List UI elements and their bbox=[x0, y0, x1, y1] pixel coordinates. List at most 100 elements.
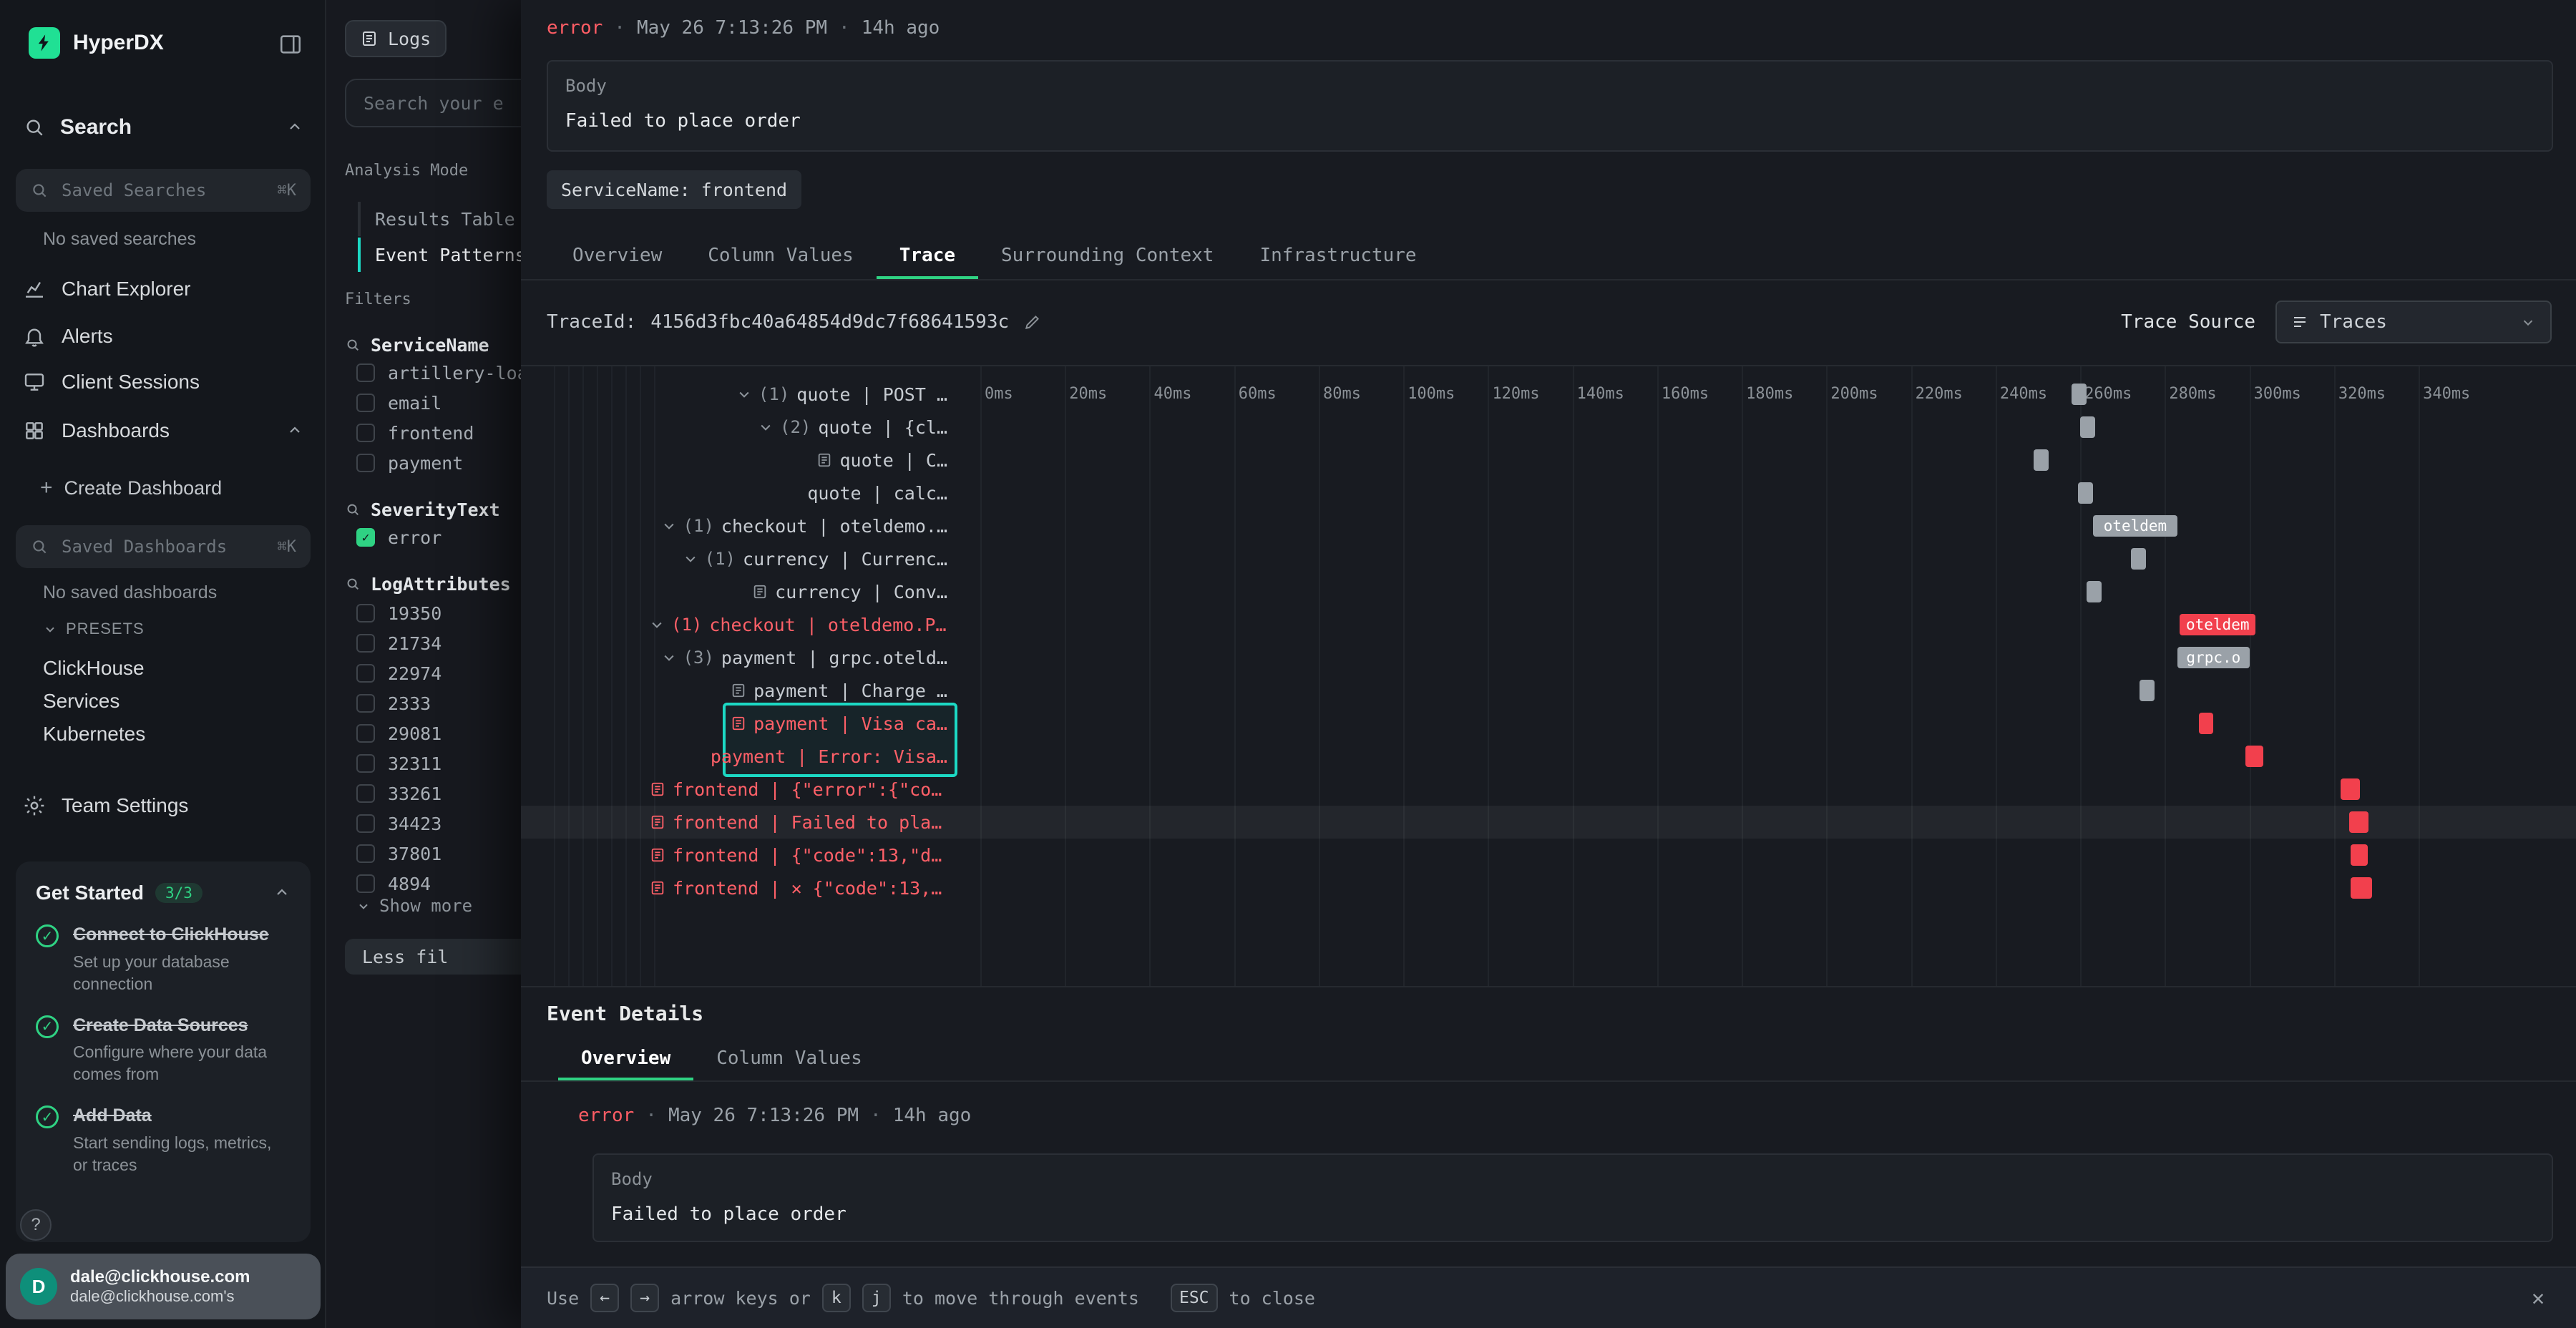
tab-event-column-values[interactable]: Column Values bbox=[693, 1036, 885, 1080]
filter-group-servicename[interactable]: ServiceName bbox=[345, 331, 489, 359]
span-duration-bar[interactable]: oteldem bbox=[2093, 515, 2177, 537]
tab-event-overview[interactable]: Overview bbox=[558, 1036, 693, 1080]
span-row[interactable]: frontend | {"code":13,"det… bbox=[650, 839, 947, 872]
body-label: Body bbox=[565, 76, 607, 96]
checkbox[interactable] bbox=[356, 724, 375, 743]
chevron-down-icon[interactable] bbox=[650, 617, 664, 632]
span-row[interactable]: payment | Error: Visa… bbox=[650, 740, 947, 773]
span-duration-bar[interactable] bbox=[2078, 482, 2093, 504]
span-row[interactable]: payment | Visa ca… bbox=[650, 707, 947, 740]
sidebar-section-search[interactable]: Search bbox=[0, 106, 326, 149]
span-duration-bar[interactable]: grpc.o bbox=[2177, 647, 2250, 668]
checkbox[interactable] bbox=[356, 454, 375, 472]
span-duration-bar[interactable] bbox=[2080, 416, 2095, 438]
span-duration-bar[interactable]: oteldem bbox=[2180, 614, 2255, 635]
sidebar-item-dashboards[interactable]: Dashboards bbox=[0, 409, 326, 452]
edit-pencil-icon[interactable] bbox=[1023, 313, 1042, 331]
saved-dashboards-input[interactable]: ⌘K bbox=[16, 525, 311, 568]
sidebar-item-alerts[interactable]: Alerts bbox=[0, 315, 326, 358]
chevron-up-icon[interactable] bbox=[286, 119, 303, 136]
checkbox[interactable] bbox=[356, 874, 375, 893]
chevron-down-icon[interactable] bbox=[737, 387, 751, 401]
checkbox[interactable] bbox=[356, 604, 375, 622]
presets-toggle[interactable]: PRESETS bbox=[43, 620, 145, 638]
mode-event-patterns[interactable]: Event Patterns bbox=[358, 238, 526, 272]
checkbox[interactable] bbox=[356, 394, 375, 412]
checkbox[interactable]: ✓ bbox=[356, 528, 375, 547]
span-duration-bar[interactable] bbox=[2351, 877, 2372, 899]
saved-searches-input[interactable]: ⌘K bbox=[16, 169, 311, 212]
get-started-item[interactable]: ✓ Connect to ClickHouse Set up your data… bbox=[36, 923, 291, 995]
span-label: quote | C… bbox=[839, 450, 947, 471]
span-duration-bar[interactable] bbox=[2087, 581, 2102, 602]
chevron-down-icon[interactable] bbox=[662, 650, 676, 665]
span-duration-bar[interactable] bbox=[2034, 449, 2049, 471]
timeline-tick-label: 120ms bbox=[1492, 385, 1539, 403]
servicename-tag[interactable]: ServiceName: frontend bbox=[547, 170, 801, 209]
sidebar-item-services[interactable]: Services bbox=[43, 684, 119, 718]
tab-surrounding-context[interactable]: Surrounding Context bbox=[978, 232, 1236, 279]
close-icon[interactable]: ✕ bbox=[2532, 1286, 2545, 1311]
tab-trace[interactable]: Trace bbox=[877, 232, 978, 279]
span-duration-bar[interactable] bbox=[2351, 844, 2368, 866]
sidebar-item-chart-explorer[interactable]: Chart Explorer bbox=[0, 268, 326, 311]
chevron-up-icon[interactable] bbox=[273, 884, 291, 902]
span-row[interactable]: (2)quote | {cl… bbox=[650, 411, 947, 444]
checkbox[interactable] bbox=[356, 814, 375, 833]
span-row[interactable]: payment | Charge … bbox=[650, 674, 947, 707]
checkbox[interactable] bbox=[356, 424, 375, 442]
span-duration-bar[interactable] bbox=[2341, 778, 2361, 800]
trace-source-select[interactable]: Traces bbox=[2275, 301, 2552, 343]
chevron-down-icon[interactable] bbox=[683, 552, 698, 566]
checkbox[interactable] bbox=[356, 634, 375, 653]
span-duration-bar[interactable] bbox=[2072, 384, 2087, 405]
sidebar-item-client-sessions[interactable]: Client Sessions bbox=[0, 361, 326, 404]
sidebar-item-clickhouse[interactable]: ClickHouse bbox=[43, 651, 145, 685]
tab-column-values[interactable]: Column Values bbox=[685, 232, 877, 279]
checkbox[interactable] bbox=[356, 664, 375, 683]
source-select-button[interactable]: Logs bbox=[345, 20, 447, 57]
span-row[interactable]: quote | C… bbox=[650, 444, 947, 477]
create-dashboard-button[interactable]: + Create Dashboard bbox=[40, 469, 222, 507]
span-row[interactable]: (3)payment | grpc.oteld… bbox=[650, 641, 947, 674]
chevron-up-icon[interactable] bbox=[286, 422, 303, 439]
chevron-down-icon[interactable] bbox=[662, 519, 676, 533]
checkbox[interactable] bbox=[356, 754, 375, 773]
checkbox[interactable] bbox=[356, 844, 375, 863]
get-started-item[interactable]: ✓ Add Data Start sending logs, metrics, … bbox=[36, 1104, 291, 1176]
user-menu[interactable]: D dale@clickhouse.com dale@clickhouse.co… bbox=[6, 1254, 321, 1319]
span-duration-bar[interactable] bbox=[2199, 713, 2214, 734]
span-row[interactable]: frontend | {"error":{"code… bbox=[650, 773, 947, 806]
help-button[interactable]: ? bbox=[20, 1209, 52, 1241]
span-row[interactable]: frontend | ✕ {"code":13,"d… bbox=[650, 872, 947, 904]
show-more-toggle[interactable]: Show more bbox=[356, 896, 472, 916]
span-row[interactable]: (1)quote | POST … bbox=[650, 378, 947, 411]
span-row[interactable]: currency | Conv… bbox=[650, 575, 947, 608]
span-row[interactable]: (1)currency | Currenc… bbox=[650, 542, 947, 575]
saved-searches-field[interactable] bbox=[59, 179, 278, 202]
sidebar-item-team-settings[interactable]: Team Settings bbox=[0, 784, 326, 827]
span-row[interactable]: (1)checkout | oteldemo.Pa… bbox=[650, 608, 947, 641]
get-started-header[interactable]: Get Started 3/3 bbox=[36, 882, 291, 904]
get-started-item[interactable]: ✓ Create Data Sources Configure where yo… bbox=[36, 1014, 291, 1086]
sidebar-item-kubernetes[interactable]: Kubernetes bbox=[43, 717, 145, 751]
span-row[interactable]: (1)checkout | oteldemo.… bbox=[650, 509, 947, 542]
tab-infrastructure[interactable]: Infrastructure bbox=[1236, 232, 1439, 279]
saved-dashboards-field[interactable] bbox=[59, 535, 278, 558]
checkbox[interactable] bbox=[356, 784, 375, 803]
checkbox[interactable] bbox=[356, 694, 375, 713]
span-duration-bar[interactable] bbox=[2140, 680, 2155, 701]
mode-results-table[interactable]: Results Table bbox=[358, 202, 515, 236]
span-duration-bar[interactable] bbox=[2131, 548, 2146, 570]
span-row[interactable]: quote | calc… bbox=[650, 477, 947, 509]
tab-overview[interactable]: Overview bbox=[550, 232, 685, 279]
filter-group-severitytext[interactable]: SeverityText bbox=[345, 495, 500, 524]
chevron-down-icon[interactable] bbox=[758, 420, 773, 434]
span-row[interactable]: frontend | Failed to place… bbox=[650, 806, 947, 839]
span-duration-bar[interactable] bbox=[2245, 746, 2263, 767]
filter-group-logattributes[interactable]: LogAttributes bbox=[345, 570, 511, 598]
no-saved-dashboards-text: No saved dashboards bbox=[43, 582, 217, 603]
sidebar-collapse-icon[interactable] bbox=[275, 29, 306, 60]
span-duration-bar[interactable] bbox=[2349, 811, 2369, 833]
checkbox[interactable] bbox=[356, 363, 375, 382]
